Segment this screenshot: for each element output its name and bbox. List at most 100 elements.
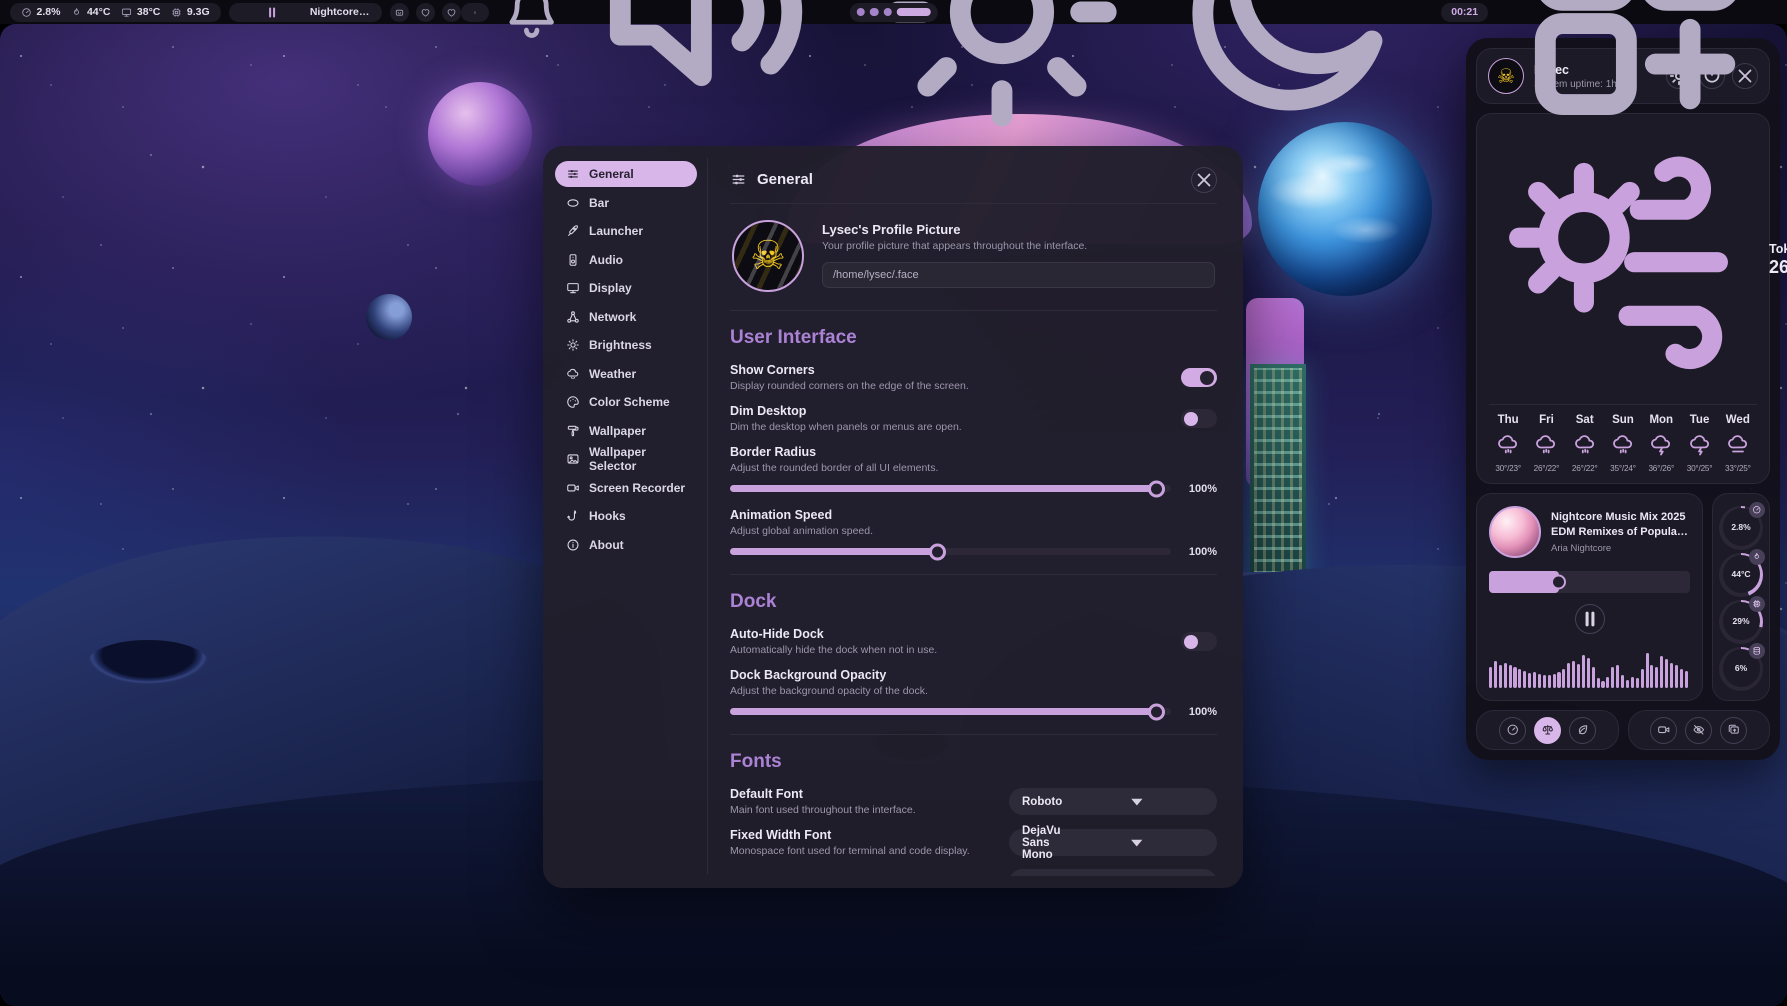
eyeoff-icon [1692,723,1706,737]
visualizer-bar [1665,659,1668,688]
setting-row-default-font: Default Font Main font used throughout t… [730,787,1217,816]
clock[interactable]: 00:21 [1441,3,1488,22]
sidebar-item-label: General [589,167,634,181]
heart-icon [446,7,457,18]
sidebar-item-weather[interactable]: Weather [555,361,697,387]
dropdown-value: DejaVu Sans Mono [1022,825,1061,861]
sidebar-item-general[interactable]: General [555,161,697,187]
notifications-button[interactable]: 23 [500,0,563,44]
sidebar-item-about[interactable]: About [555,532,697,558]
video-icon [1657,723,1671,737]
partly-cloudy-icon [1489,126,1757,394]
power-profile-group [1476,710,1619,750]
weather-temp: 26°C [1769,257,1787,278]
sidebar-item-wallpaper[interactable]: Wallpaper [555,418,697,444]
fixed-font-dropdown[interactable]: DejaVu Sans Mono [1009,829,1217,856]
chevron-down-icon [1030,869,1204,876]
systray-icon [473,3,477,22]
app-grid-icon[interactable] [1499,0,1777,151]
animation-speed-slider[interactable] [730,548,1171,555]
systray-app[interactable] [461,3,489,22]
gauge-flame: 44°C [1718,550,1764,597]
visualizer-bar [1577,664,1580,688]
chip-icon [171,7,182,18]
sidebar-item-color-scheme[interactable]: Color Scheme [555,389,697,415]
power-profile-scales-button[interactable] [1534,717,1561,744]
network-icon [566,310,580,324]
visualizer-bar [1557,672,1560,688]
profile-path-input[interactable]: /home/lysec/.face [822,262,1215,288]
workspace-dot-active[interactable] [897,8,931,17]
workspace-dot[interactable] [883,8,892,17]
workspace-dot[interactable] [870,8,879,17]
visualizer-bar [1660,656,1663,688]
sidebar-divider [707,158,708,874]
sidebar-item-display[interactable]: Display [555,275,697,301]
visualizer-bar [1646,653,1649,688]
sidebar-item-audio[interactable]: Audio [555,247,697,273]
quick-action-video-button[interactable] [1650,717,1677,744]
rain-icon [1534,433,1558,457]
sliders-icon [566,167,580,181]
night-mode-icon[interactable] [1152,0,1430,151]
setting-row-border-radius: Border Radius Adjust the rounded border … [730,445,1217,497]
show-corners-toggle[interactable] [1181,368,1217,387]
sidebar-item-label: Hooks [589,509,626,523]
dim-desktop-toggle[interactable] [1181,409,1217,428]
visualizer-bar [1513,667,1516,688]
settings-window: General BarLauncher AudioDisplay Network Bri… [543,146,1243,888]
sidebar-item-label: Network [589,310,636,324]
monitor-icon [566,281,580,295]
setting-title: Border Radius [730,445,1217,459]
tray-heart-button[interactable] [442,3,461,22]
sidebar-item-bar[interactable]: Bar [555,190,697,216]
dock-opacity-slider[interactable] [730,708,1171,715]
topbar-media-label: Nightcore Music Mix 20... [310,6,371,18]
visualizer-bar [1621,675,1624,688]
visualizer-bar [1611,667,1614,688]
power-profile-leaf-button[interactable] [1569,717,1596,744]
weather-divider [1489,404,1757,405]
stat-chip: 9.3G [171,6,209,18]
sidebar-item-launcher[interactable]: Launcher [555,218,697,244]
power-profile-gauge-button[interactable] [1499,717,1526,744]
visualizer-bar [1499,665,1502,688]
quick-action-eyeoff-button[interactable] [1685,717,1712,744]
quick-action-screenshare-button[interactable] [1720,717,1747,744]
track-progress-slider[interactable] [1489,571,1690,593]
tray-bot-button[interactable] [390,3,409,22]
sidebar-item-hooks[interactable]: Hooks [555,503,697,529]
clipped-font-dropdown[interactable] [1009,869,1217,876]
forecast-tue: Tue30°/25° [1680,414,1718,473]
topbar-right: 23 00:21 [461,0,1777,151]
disk-icon [1749,643,1765,659]
monitor-icon [121,7,132,18]
topbar-media-pill[interactable]: Nightcore Music Mix 20... [229,3,382,22]
tray-heart-button[interactable] [416,3,435,22]
close-button[interactable] [1191,167,1217,193]
profile-avatar[interactable]: ☠ [732,220,804,292]
sidebar-item-wallpaper-selector[interactable]: Wallpaper Selector [555,446,697,472]
sidebar-item-screen-recorder[interactable]: Screen Recorder [555,475,697,501]
brightness-icon[interactable] [863,0,1141,151]
forecast-sat: Sat26°/22° [1566,414,1604,473]
sidebar-item-brightness[interactable]: Brightness [555,332,697,358]
autohide-dock-toggle[interactable] [1181,632,1217,651]
default-font-dropdown[interactable]: Roboto [1009,788,1217,815]
settings-scroll-area[interactable]: ☠ Lysec's Profile Picture Your profile p… [730,204,1217,876]
desktop-screen: 2.8%44°C38°C9.3G Nightcore Music Mix 20.… [0,0,1787,1006]
gauge-icon [21,7,32,18]
visualizer-bar [1675,665,1678,688]
image-icon [566,452,580,466]
chevron-down-icon [1069,829,1204,856]
pause-button[interactable] [1575,604,1605,634]
dock-opacity-value: 100% [1183,706,1217,718]
forecast-mon: Mon36°/26° [1642,414,1680,473]
sidebar-item-network[interactable]: Network [555,304,697,330]
border-radius-slider[interactable] [730,485,1171,492]
workspace-dot[interactable] [856,8,865,17]
visualizer-bar [1567,663,1570,688]
volume-icon[interactable] [574,0,852,151]
quick-actions-group [1628,710,1771,750]
weather-city: Tokyo [1769,242,1787,256]
